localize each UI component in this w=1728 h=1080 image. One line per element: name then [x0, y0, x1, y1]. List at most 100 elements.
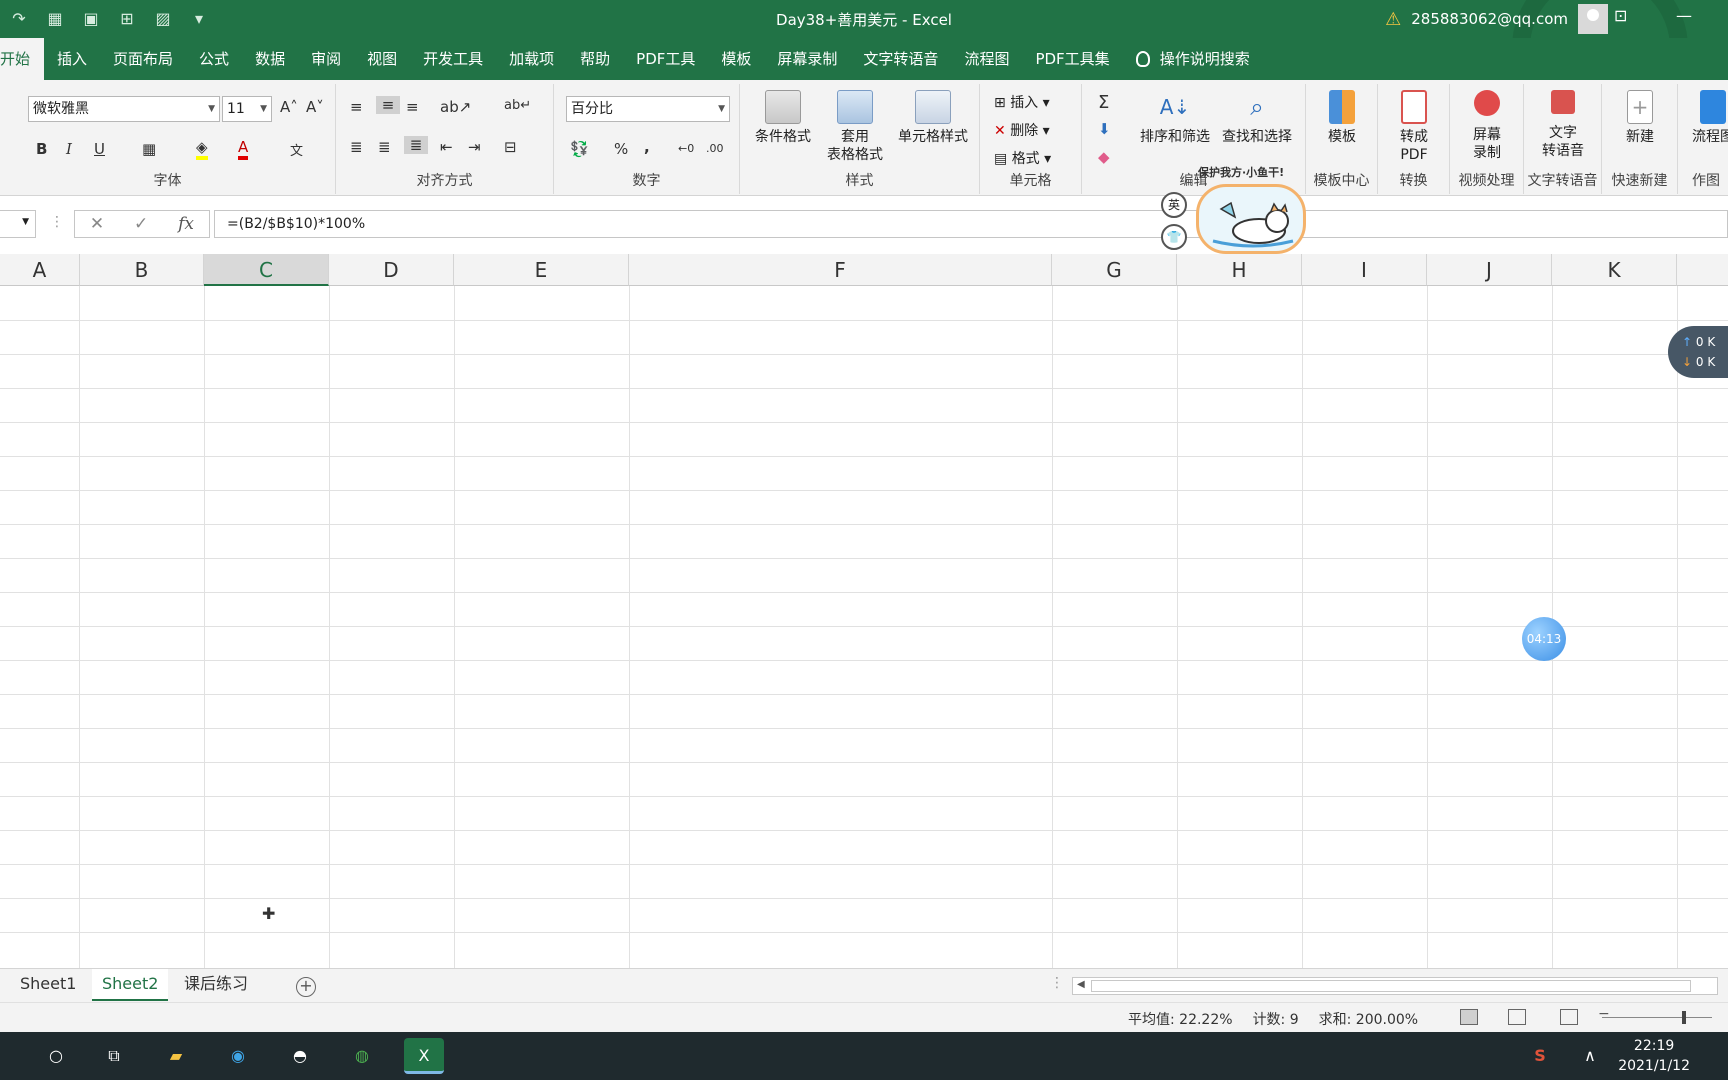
cell-styles-button[interactable]: 单元格样式	[890, 90, 976, 146]
autosum-icon[interactable]: Σ	[1098, 92, 1109, 113]
accounting-format-icon[interactable]: 💱	[570, 140, 589, 158]
phonetic-icon[interactable]: 文	[290, 140, 303, 159]
horizontal-scrollbar[interactable]: ◀	[1072, 977, 1718, 995]
text-to-speech-button[interactable]: 文字 转语音	[1528, 90, 1598, 160]
align-center-icon[interactable]: ≣	[378, 138, 391, 156]
tab-help[interactable]: 帮助	[567, 38, 623, 80]
tab-pdf-tools[interactable]: PDF工具	[623, 38, 708, 80]
column-header-b[interactable]: B	[80, 254, 204, 286]
tab-insert[interactable]: 插入	[44, 38, 100, 80]
tab-splitter-icon[interactable]: ⋮	[1050, 975, 1064, 991]
delete-cells-button[interactable]: ✕ 删除 ▾	[994, 120, 1050, 140]
merge-center-icon[interactable]: ⊟	[504, 138, 517, 156]
align-bottom-icon[interactable]: ≡	[406, 98, 419, 116]
decrease-indent-icon[interactable]: ⇤	[440, 138, 453, 156]
network-speed-widget[interactable]: ↑ 0 K ↓ 0 K	[1668, 326, 1728, 378]
tab-formulas[interactable]: 公式	[186, 38, 242, 80]
align-top-icon[interactable]: ≡	[350, 98, 363, 116]
sort-filter-button[interactable]: A⇣ 排序和筛选	[1136, 90, 1214, 146]
column-header-l[interactable]	[1677, 254, 1728, 286]
italic-button[interactable]: I	[66, 140, 72, 158]
column-header-g[interactable]: G	[1052, 254, 1177, 286]
zoom-out-icon[interactable]: −	[1598, 1006, 1610, 1022]
scroll-thumb[interactable]	[1091, 980, 1691, 992]
enter-icon[interactable]: ✓	[134, 214, 148, 234]
sheet-tab-sheet1[interactable]: Sheet1	[10, 969, 86, 1001]
decrease-decimal-icon[interactable]: .00	[706, 142, 724, 155]
insert-cells-button[interactable]: ⊞ 插入 ▾	[994, 92, 1050, 112]
sogou-input-icon[interactable]: S	[1520, 1038, 1560, 1074]
language-toggle-button[interactable]: 英	[1161, 192, 1187, 218]
wechat-icon[interactable]: ◍	[342, 1038, 382, 1074]
tab-developer[interactable]: 开发工具	[410, 38, 496, 80]
insert-function-icon[interactable]: fx	[178, 214, 194, 234]
qq-icon[interactable]: ◓	[280, 1038, 320, 1074]
format-cells-button[interactable]: ▤ 格式 ▾	[994, 148, 1051, 168]
screen-record-button[interactable]: 屏幕 录制	[1454, 90, 1520, 162]
name-box[interactable]: ▼	[0, 210, 36, 238]
comma-style-button[interactable]: ,	[644, 138, 650, 156]
percent-style-button[interactable]: %	[614, 140, 628, 158]
system-clock[interactable]: 22:19 2021/1/12	[1618, 1036, 1690, 1076]
tab-addins[interactable]: 加载项	[496, 38, 567, 80]
add-sheet-button[interactable]: +	[296, 977, 316, 997]
sheet-tab-practice[interactable]: 课后练习	[174, 969, 258, 1001]
fill-icon[interactable]: ⬇	[1098, 120, 1111, 138]
splitter-icon[interactable]: ⋮	[50, 214, 64, 230]
edge-browser-icon[interactable]: ◉	[218, 1038, 258, 1074]
recording-timer[interactable]: 04:13	[1522, 617, 1566, 661]
shirt-icon[interactable]: 👕	[1161, 224, 1187, 250]
font-color-icon[interactable]: A	[238, 138, 249, 160]
column-header-d[interactable]: D	[329, 254, 454, 286]
column-header-k[interactable]: K	[1552, 254, 1677, 286]
format-as-table-button[interactable]: 套用 表格格式	[820, 90, 890, 164]
find-select-button[interactable]: ⌕ 查找和选择	[1216, 90, 1298, 146]
align-middle-icon[interactable]: ≡	[376, 96, 400, 114]
zoom-slider-knob[interactable]	[1682, 1011, 1686, 1024]
show-hidden-icons-icon[interactable]: ∧	[1570, 1038, 1610, 1074]
tab-text-to-speech[interactable]: 文字转语音	[850, 38, 951, 80]
tab-home[interactable]: 开始	[0, 38, 45, 80]
grow-font-icon[interactable]: A˄	[280, 98, 298, 116]
excel-taskbar-icon[interactable]: X	[404, 1038, 444, 1074]
new-button[interactable]: + 新建	[1606, 90, 1674, 146]
formula-input[interactable]: =(B2/$B$10)*100%	[214, 210, 1728, 238]
flowchart-button[interactable]: 流程图	[1692, 90, 1728, 146]
borders-icon[interactable]: ▦	[142, 140, 156, 158]
cancel-icon[interactable]: ✕	[90, 214, 104, 234]
font-name-select[interactable]: 微软雅黑 ▼	[28, 96, 220, 122]
task-view-icon[interactable]: ⧉	[94, 1038, 134, 1074]
align-right-icon[interactable]: ≣	[404, 136, 428, 154]
orientation-icon[interactable]: ab↗	[440, 98, 471, 116]
column-header-j[interactable]: J	[1427, 254, 1552, 286]
worksheet-grid[interactable]: A B C D E F G H I J K ✚	[0, 254, 1728, 968]
tab-review[interactable]: 审阅	[298, 38, 354, 80]
column-header-e[interactable]: E	[454, 254, 629, 286]
conditional-formatting-button[interactable]: 条件格式	[750, 90, 816, 146]
ribbon-display-icon[interactable]: ⊡	[1614, 6, 1627, 25]
clear-icon[interactable]: ◆	[1098, 148, 1110, 166]
column-header-i[interactable]: I	[1302, 254, 1427, 286]
sheet-tab-sheet2[interactable]: Sheet2	[92, 969, 169, 1001]
account-area[interactable]: ⚠ 285883062@qq.com	[1385, 4, 1608, 34]
tab-flowchart[interactable]: 流程图	[951, 38, 1022, 80]
cortana-icon[interactable]: ○	[36, 1038, 76, 1074]
tab-templates[interactable]: 模板	[708, 38, 764, 80]
tab-screen-record[interactable]: 屏幕录制	[764, 38, 850, 80]
underline-button[interactable]: U	[94, 140, 105, 158]
column-header-h[interactable]: H	[1177, 254, 1302, 286]
align-left-icon[interactable]: ≣	[350, 138, 363, 156]
normal-view-icon[interactable]	[1460, 1009, 1478, 1025]
account-email[interactable]: 285883062@qq.com	[1411, 10, 1568, 28]
wrap-text-icon[interactable]: ab↵	[504, 98, 531, 113]
page-layout-view-icon[interactable]	[1508, 1009, 1526, 1025]
column-header-c[interactable]: C	[204, 254, 329, 286]
bold-button[interactable]: B	[36, 140, 47, 158]
increase-indent-icon[interactable]: ⇥	[468, 138, 481, 156]
tab-data[interactable]: 数据	[242, 38, 298, 80]
fill-color-icon[interactable]: ◈	[196, 138, 208, 160]
tab-view[interactable]: 视图	[354, 38, 410, 80]
tab-pdf-toolset[interactable]: PDF工具集	[1022, 38, 1122, 80]
convert-pdf-button[interactable]: 转成 PDF	[1382, 90, 1446, 164]
desktop-pet-widget[interactable]	[1196, 184, 1306, 254]
